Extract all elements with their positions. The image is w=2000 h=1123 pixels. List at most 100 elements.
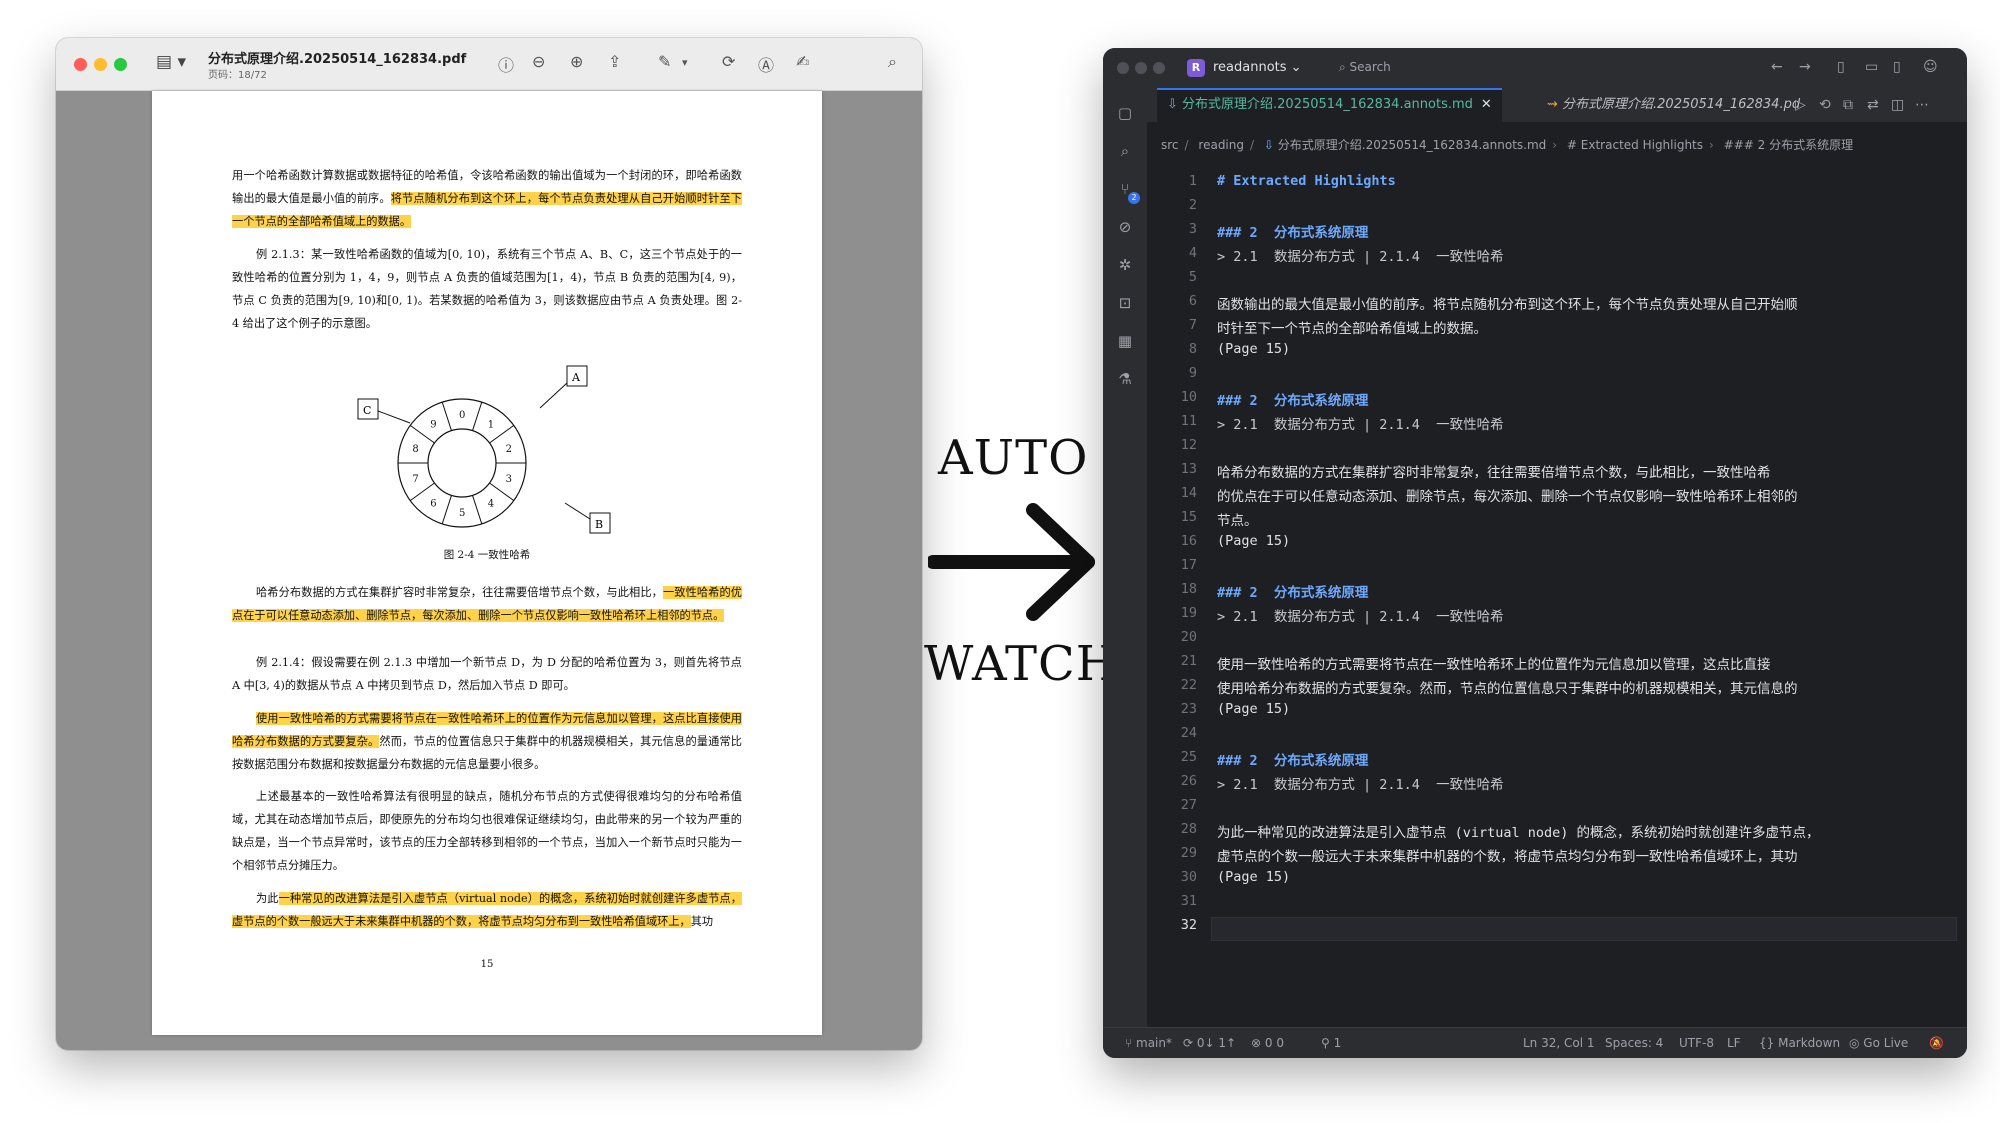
toggle-sidebar-icon[interactable]: ▯ xyxy=(1837,59,1845,75)
back-icon[interactable]: ← xyxy=(1771,59,1783,75)
notifications-icon[interactable]: 🔕 xyxy=(1929,1036,1944,1050)
encoding-status[interactable]: UTF-8 xyxy=(1679,1036,1714,1050)
code-line[interactable]: # Extracted Highlights xyxy=(1217,173,1396,189)
activity-bar: ▢ ⌕ ⑂ 2 ⊘ ✲ ⊡ ▦ ⚗ xyxy=(1103,88,1147,1028)
code-line[interactable]: > 2.1 数据分布方式 | 2.1.4 一致性哈希 xyxy=(1217,413,1504,433)
close-tab-icon[interactable]: ✕ xyxy=(1481,97,1492,112)
ring-position-label: 6 xyxy=(430,499,436,510)
close-window-button[interactable] xyxy=(74,58,87,71)
markup-dropdown-icon[interactable]: ▾ xyxy=(682,56,688,69)
code-line[interactable]: ### 2 分布式系统原理 xyxy=(1217,581,1368,601)
rotate-icon[interactable]: ⟳ xyxy=(722,52,735,71)
code-line[interactable]: ### 2 分布式系统原理 xyxy=(1217,389,1368,409)
code-line[interactable]: 虚节点的个数一般远大于未来集群中机器的个数，将虚节点均匀分布到一致性哈希值域环上… xyxy=(1217,845,1798,865)
zoom-window-button[interactable] xyxy=(1153,62,1165,74)
code-line[interactable]: 为此一种常见的改进算法是引入虚节点 (virtual node) 的概念，系统初… xyxy=(1217,821,1820,841)
split-editor-icon[interactable]: ◫ xyxy=(1891,97,1904,113)
close-window-button[interactable] xyxy=(1117,62,1129,74)
explorer-icon[interactable]: ▢ xyxy=(1116,104,1134,122)
problems-status[interactable]: ⊗ 0 0 xyxy=(1251,1036,1284,1050)
line-number: 10 xyxy=(1180,389,1197,405)
page-number: 15 xyxy=(480,959,494,970)
code-line[interactable]: ### 2 分布式系统原理 xyxy=(1217,749,1368,769)
forward-icon[interactable]: → xyxy=(1799,59,1811,75)
editor-text-area[interactable]: 1 # Extracted Highlights 2 3 ### 2 分布式系统原理 4 >… xyxy=(1147,169,1967,1011)
toggle-secondary-sidebar-icon[interactable]: ▯ xyxy=(1893,59,1901,75)
breadcrumb-item[interactable]: ### 2 分布式系统原理 xyxy=(1724,138,1853,152)
extensions-icon[interactable]: ▦ xyxy=(1116,332,1134,350)
line-number: 8 xyxy=(1188,341,1197,357)
search-icon[interactable]: ⌕ xyxy=(888,52,897,72)
project-avatar: R xyxy=(1187,59,1205,77)
tab-annots-md[interactable]: ⇩ 分布式原理介绍.20250514_162834.annots.md ✕ xyxy=(1157,88,1502,122)
code-line[interactable]: 哈希分布数据的方式在集群扩容时非常复杂，往往需要倍增节点个数，与此相比，一致性哈… xyxy=(1217,461,1771,481)
toggle-panel-icon[interactable]: ▭ xyxy=(1865,59,1878,75)
open-preview-icon[interactable]: ⧉ xyxy=(1843,97,1853,113)
code-line[interactable]: (Page 15) xyxy=(1217,869,1290,885)
code-line[interactable]: 函数输出的最大值是最小值的前序。将节点随机分布到这个环上，每个节点负责处理从自己… xyxy=(1217,293,1798,313)
code-line[interactable]: (Page 15) xyxy=(1217,701,1290,717)
annotate-icon[interactable]: Ⓐ xyxy=(758,52,774,76)
breadcrumb-item[interactable]: 分布式原理介绍.20250514_162834.annots.md xyxy=(1278,138,1547,152)
line-number: 14 xyxy=(1180,485,1197,501)
markup-pen-icon[interactable]: ✎ xyxy=(658,52,671,71)
current-line-highlight xyxy=(1211,917,1957,941)
code-line[interactable]: > 2.1 数据分布方式 | 2.1.4 一致性哈希 xyxy=(1217,605,1504,625)
branch-status[interactable]: ⑂ main* xyxy=(1125,1036,1172,1050)
pdf-toolbar: ▤ ▾ 分布式原理介绍.20250514_162834.pdf 页码：18/72… xyxy=(56,38,922,91)
code-line[interactable]: > 2.1 数据分布方式 | 2.1.4 一致性哈希 xyxy=(1217,245,1504,265)
zoom-window-button[interactable] xyxy=(114,58,127,71)
code-line[interactable]: 时针至下一个节点的全部哈希值域上的数据。 xyxy=(1217,317,1487,337)
ring-segment-divider xyxy=(472,401,483,431)
eol-status[interactable]: LF xyxy=(1727,1036,1741,1050)
line-number: 18 xyxy=(1180,581,1197,597)
breadcrumb-item[interactable]: # Extracted Highlights xyxy=(1567,138,1703,152)
paragraph-3: 哈希分布数据的方式在集群扩容时非常复杂，往往需要倍增节点个数，与此相比，一致性哈… xyxy=(232,586,742,622)
info-icon[interactable]: ⓘ xyxy=(498,52,514,76)
code-line[interactable]: > 2.1 数据分布方式 | 2.1.4 一致性哈希 xyxy=(1217,773,1504,793)
more-actions-icon[interactable]: ⋯ xyxy=(1915,97,1929,113)
node-b-label: B xyxy=(595,518,603,531)
language-mode[interactable]: {} Markdown xyxy=(1759,1036,1840,1050)
run-icon[interactable]: ▷ xyxy=(1795,97,1806,113)
sidebar-toggle-icon[interactable]: ▤ ▾ xyxy=(156,52,186,72)
code-line[interactable]: 使用哈希分布数据的方式要复杂。然而，节点的位置信息只于集群中的机器规模相关，其元… xyxy=(1217,677,1798,697)
search-box[interactable]: ⌕ Search xyxy=(1339,60,1391,75)
search-icon[interactable]: ⌕ xyxy=(1116,142,1134,160)
compare-icon[interactable]: ⇄ xyxy=(1867,97,1879,113)
project-selector[interactable]: readannots ⌄ xyxy=(1213,60,1302,75)
history-icon[interactable]: ⟲ xyxy=(1819,97,1831,113)
share-icon[interactable]: ⇪ xyxy=(608,52,621,71)
tab-pdf[interactable]: ⇝ 分布式原理介绍.20250514_162834.pd xyxy=(1537,88,1810,122)
signature-icon[interactable]: ✍ xyxy=(796,52,809,71)
ring-position-label: 7 xyxy=(412,474,418,485)
account-icon[interactable]: ☺ xyxy=(1923,59,1938,75)
sync-status[interactable]: ⟳ 0↓ 1↑ xyxy=(1183,1036,1236,1050)
remote-explorer-icon[interactable]: ⊡ xyxy=(1116,294,1134,312)
breadcrumb-item[interactable]: src xyxy=(1161,138,1179,152)
line-number: 17 xyxy=(1180,557,1197,573)
code-line[interactable]: 的优点在于可以任意动态添加、删除节点，每次添加、删除一个节点仅影响一致性哈希环上… xyxy=(1217,485,1798,505)
testing-icon[interactable]: ⚗ xyxy=(1116,370,1134,388)
code-line[interactable]: ### 2 分布式系统原理 xyxy=(1217,221,1368,241)
minimize-window-button[interactable] xyxy=(94,58,107,71)
breadcrumb-item[interactable]: reading xyxy=(1198,138,1244,152)
zoom-out-icon[interactable]: ⊖ xyxy=(532,52,545,71)
right-arrow-icon xyxy=(928,503,1095,621)
line-number: 6 xyxy=(1188,293,1197,309)
code-line[interactable]: (Page 15) xyxy=(1217,341,1290,357)
line-number: 25 xyxy=(1180,749,1197,765)
remote-icon[interactable]: ⊘ xyxy=(1116,218,1134,236)
zoom-in-icon[interactable]: ⊕ xyxy=(570,52,583,71)
code-line[interactable]: 节点。 xyxy=(1217,509,1258,529)
minimize-window-button[interactable] xyxy=(1135,62,1147,74)
cursor-position[interactable]: Ln 32, Col 1 xyxy=(1523,1036,1595,1050)
indentation-status[interactable]: Spaces: 4 xyxy=(1605,1036,1663,1050)
watch-label: WATCH xyxy=(924,636,1119,692)
go-live-button[interactable]: ◎ Go Live xyxy=(1849,1036,1908,1050)
code-line[interactable]: 使用一致性哈希的方式需要将节点在一致性哈希环上的位置作为元信息加以管理，这点比直… xyxy=(1217,653,1771,673)
debug-icon[interactable]: ✲ xyxy=(1116,256,1134,274)
code-line[interactable]: (Page 15) xyxy=(1217,533,1290,549)
ports-status[interactable]: ⚲ 1 xyxy=(1321,1036,1341,1050)
ring-position-label: 4 xyxy=(488,499,494,510)
